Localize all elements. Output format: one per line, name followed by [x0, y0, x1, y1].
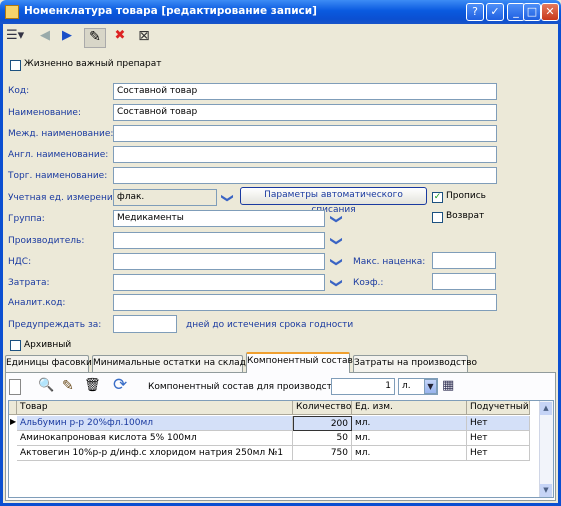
table-row-qty[interactable]: 750: [293, 446, 352, 461]
window-title: Номенклатура товара [редактирование запи…: [24, 5, 317, 17]
table-row-accounted[interactable]: Нет: [467, 431, 530, 446]
auto-writeoff-button[interactable]: Параметры автоматического списания: [240, 187, 427, 215]
restore-button[interactable]: ✓: [486, 3, 504, 21]
archive-label: Архивный: [24, 340, 72, 350]
coef-label: Коэф.:: [353, 278, 384, 288]
analit-code-field[interactable]: [113, 294, 497, 311]
group-label: Группа:: [8, 214, 45, 224]
table-row-item[interactable]: Аминокапроновая кислота 5% 100мл: [17, 431, 293, 446]
back-arrow-icon[interactable]: ◀: [40, 28, 54, 48]
help-button[interactable]: ?: [466, 3, 484, 21]
grid-corner: [9, 401, 17, 415]
edit-pencil-icon[interactable]: ✎: [84, 28, 106, 48]
scroll-up-icon[interactable]: ▲: [540, 402, 552, 415]
close-button[interactable]: ✕: [541, 3, 559, 21]
vital-drug-checkbox[interactable]: [10, 60, 21, 71]
table-row-qty[interactable]: 200: [293, 416, 352, 431]
column-header-item[interactable]: Товар: [17, 401, 293, 415]
group-dropdown-icon[interactable]: ❯: [329, 212, 344, 226]
view-menu-icon[interactable]: ☰▾: [6, 28, 34, 48]
table-row-accounted[interactable]: Нет: [467, 416, 530, 431]
table-row-unit[interactable]: мл.: [352, 446, 467, 461]
analit-code-label: Аналит.код:: [8, 298, 66, 308]
edit-icon[interactable]: ✎: [62, 378, 74, 394]
propis-label: Пропись: [446, 191, 486, 201]
coef-field[interactable]: [432, 273, 496, 290]
forward-arrow-icon[interactable]: ▶: [62, 28, 76, 48]
delete-doc-icon[interactable]: ✖: [110, 28, 130, 48]
vat-dropdown-icon[interactable]: ❯: [329, 255, 344, 269]
vital-drug-label: Жизненно важный препарат: [24, 59, 162, 69]
expense-dropdown-icon[interactable]: ❯: [329, 276, 344, 290]
archive-checkbox[interactable]: [10, 340, 21, 351]
expense-field[interactable]: [113, 274, 325, 291]
group-field[interactable]: Медикаменты: [113, 210, 325, 227]
unit-select-arrow-icon[interactable]: ▼: [424, 379, 437, 394]
expense-label: Затрата:: [8, 278, 50, 288]
component-qty-label: Компонентный состав для производства:: [148, 382, 346, 392]
new-doc-icon[interactable]: [9, 379, 21, 395]
eng-name-field[interactable]: [113, 146, 497, 163]
table-row-unit[interactable]: мл.: [352, 431, 467, 446]
table-row-item[interactable]: Альбумин р-р 20%фл.100мл: [17, 416, 293, 431]
table-row-item[interactable]: Актовегин 10%р-р д/инф.с хлоридом натрия…: [17, 446, 293, 461]
vat-label: НДС:: [8, 257, 32, 267]
vat-field[interactable]: [113, 253, 325, 270]
tab-min-stock[interactable]: Минимальные остатки на складах: [92, 355, 257, 372]
trade-name-label: Торг. наименование:: [8, 171, 108, 181]
calculator-icon[interactable]: ▦: [442, 378, 454, 393]
search-icon[interactable]: 🔍: [38, 378, 54, 393]
tab-production-costs[interactable]: Затраты на производство: [353, 355, 477, 372]
warn-field[interactable]: [113, 315, 177, 333]
code-field[interactable]: Составной товар: [113, 83, 497, 100]
max-markup-field[interactable]: [432, 252, 496, 269]
propis-checkbox[interactable]: ✓: [432, 192, 443, 203]
tab-components[interactable]: Компонентный состав: [246, 352, 353, 373]
code-label: Код:: [8, 86, 30, 96]
table-row-unit[interactable]: мл.: [352, 416, 467, 431]
manufacturer-field[interactable]: [113, 232, 325, 249]
vozvrat-checkbox[interactable]: [432, 212, 443, 223]
maximize-button[interactable]: □: [523, 3, 541, 21]
trash-icon[interactable]: 🗑: [84, 378, 101, 393]
column-header-unit[interactable]: Ед. изм.: [352, 401, 467, 415]
close-doc-icon[interactable]: ⊠: [134, 28, 154, 48]
column-header-accounted[interactable]: Подучетный: [467, 401, 530, 415]
column-header-qty[interactable]: Количество: [293, 401, 352, 415]
intl-name-field[interactable]: [113, 125, 497, 142]
trade-name-field[interactable]: [113, 167, 497, 184]
table-row-qty[interactable]: 50: [293, 431, 352, 446]
vozvrat-label: Возврат: [446, 211, 485, 221]
unit-dropdown-icon[interactable]: ❯: [220, 191, 235, 205]
max-markup-label: Макс. наценка:: [353, 257, 426, 267]
name-label: Наименование:: [8, 108, 81, 118]
intl-name-label: Межд. наименование:: [8, 129, 114, 139]
unit-field[interactable]: флак.: [113, 189, 217, 206]
warn-suffix-label: дней до истечения срока годности: [186, 320, 354, 330]
refresh-icon[interactable]: ⟳: [113, 375, 127, 395]
eng-name-label: Англ. наименование:: [8, 150, 109, 160]
current-row-marker-icon: ▶: [10, 417, 17, 426]
manufacturer-dropdown-icon[interactable]: ❯: [329, 234, 344, 248]
name-field[interactable]: Составной товар: [113, 104, 497, 121]
app-icon: [5, 5, 19, 19]
manufacturer-label: Производитель:: [8, 236, 85, 246]
unit-label: Учетная ед. измерения:: [8, 193, 122, 203]
component-qty-field[interactable]: 1: [331, 378, 395, 395]
scroll-down-icon[interactable]: ▼: [540, 484, 552, 497]
table-row-accounted[interactable]: Нет: [467, 446, 530, 461]
tab-packaging[interactable]: Единицы фасовки: [5, 355, 92, 372]
grid-scrollbar[interactable]: [539, 401, 553, 497]
warn-label: Предупреждать за:: [8, 320, 102, 330]
